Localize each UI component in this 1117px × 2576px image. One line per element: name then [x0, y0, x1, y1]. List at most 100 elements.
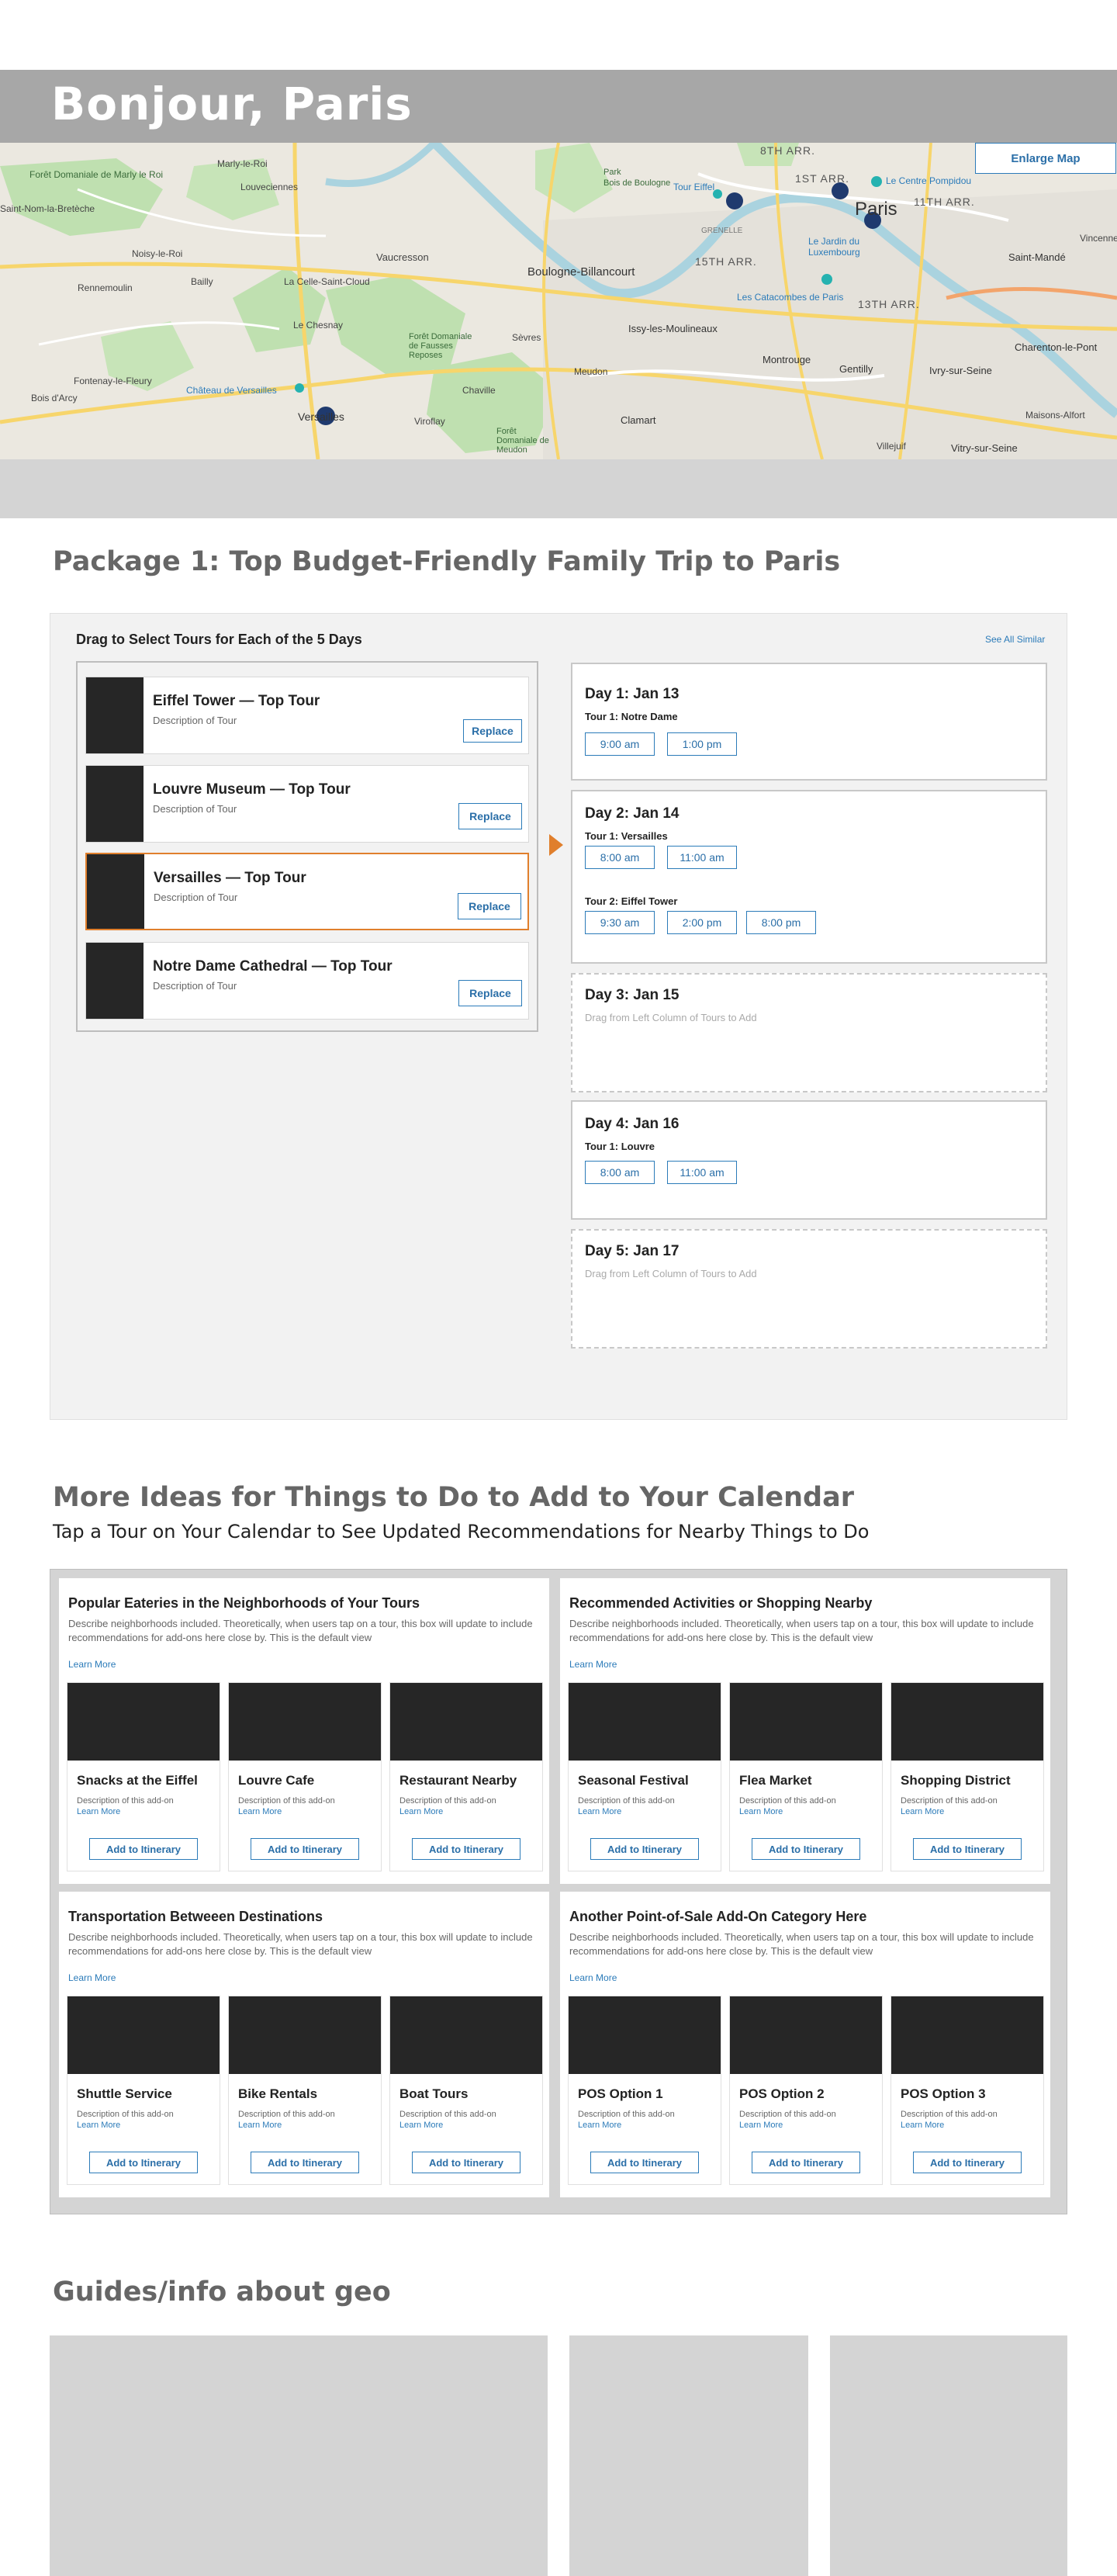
- see-all-similar-link[interactable]: See All Similar: [985, 634, 1045, 645]
- tour-name: Notre Dame Cathedral — Top Tour: [153, 958, 393, 975]
- enlarge-map-button[interactable]: Enlarge Map: [975, 143, 1116, 174]
- addon-card[interactable]: Boat Tours Description of this add-on Le…: [389, 1996, 543, 2185]
- learn-more-link[interactable]: Learn More: [77, 1807, 120, 1816]
- learn-more-link[interactable]: Learn More: [238, 2121, 282, 2130]
- learn-more-link[interactable]: Learn More: [578, 1807, 621, 1816]
- time-slot-button[interactable]: 8:00 am: [585, 846, 655, 869]
- learn-more-link[interactable]: Learn More: [68, 1659, 116, 1670]
- map-label: Charenton-le-Pont: [1015, 341, 1098, 353]
- addon-image: [891, 1683, 1043, 1761]
- time-slot-button[interactable]: 2:00 pm: [667, 911, 737, 934]
- add-to-itinerary-button[interactable]: Add to Itinerary: [251, 1838, 359, 1860]
- add-to-itinerary-button[interactable]: Add to Itinerary: [913, 2152, 1022, 2173]
- addon-card[interactable]: Snacks at the Eiffel Description of this…: [67, 1682, 220, 1871]
- addon-card[interactable]: Shopping District Description of this ad…: [890, 1682, 1044, 1871]
- guide-placeholder[interactable]: [50, 2335, 548, 2576]
- day-slot[interactable]: Day 2: Jan 14 Tour 1: Versailles 8:00 am…: [571, 790, 1047, 964]
- add-to-itinerary-button[interactable]: Add to Itinerary: [590, 2152, 699, 2173]
- day-slot[interactable]: Day 4: Jan 16 Tour 1: Louvre 8:00 am 11:…: [571, 1100, 1047, 1220]
- guide-placeholder[interactable]: [830, 2335, 1067, 2576]
- addon-card[interactable]: Louvre Cafe Description of this add-on L…: [228, 1682, 382, 1871]
- addon-card[interactable]: Restaurant Nearby Description of this ad…: [389, 1682, 543, 1871]
- ideas-subheading: Tap a Tour on Your Calendar to See Updat…: [53, 1521, 870, 1542]
- learn-more-link[interactable]: Learn More: [569, 1972, 617, 1983]
- map-label: Maisons-Alfort: [1025, 410, 1085, 421]
- map[interactable]: Forêt Domaniale de Marly le Roi Marly-le…: [0, 143, 1117, 459]
- guide-placeholder[interactable]: [569, 2335, 808, 2576]
- map-label: Tour Eiffel: [673, 182, 715, 192]
- time-slot-button[interactable]: 1:00 pm: [667, 732, 737, 756]
- learn-more-link[interactable]: Learn More: [569, 1659, 617, 1670]
- addon-card[interactable]: Flea Market Description of this add-on L…: [729, 1682, 883, 1871]
- hero-title: Bonjour, Paris: [51, 78, 413, 130]
- learn-more-link[interactable]: Learn More: [578, 2121, 621, 2130]
- add-to-itinerary-button[interactable]: Add to Itinerary: [913, 1838, 1022, 1860]
- addon-card[interactable]: Seasonal Festival Description of this ad…: [568, 1682, 721, 1871]
- learn-more-link[interactable]: Learn More: [399, 2121, 443, 2130]
- addon-title: Bike Rentals: [238, 2086, 318, 2101]
- add-to-itinerary-button[interactable]: Add to Itinerary: [412, 1838, 520, 1860]
- addon-title: Seasonal Festival: [578, 1773, 689, 1788]
- time-slot-button[interactable]: 8:00 am: [585, 1161, 655, 1184]
- tour-thumbnail: [86, 677, 144, 753]
- time-slot-button[interactable]: 8:00 pm: [746, 911, 816, 934]
- tour-name: Louvre Museum — Top Tour: [153, 781, 351, 798]
- tour-card-selected[interactable]: Versailles — Top Tour Description of Tou…: [85, 853, 529, 930]
- add-to-itinerary-button[interactable]: Add to Itinerary: [89, 1838, 198, 1860]
- addon-card[interactable]: Shuttle Service Description of this add-…: [67, 1996, 220, 2185]
- category-title: Recommended Activities or Shopping Nearb…: [569, 1595, 873, 1611]
- add-to-itinerary-button[interactable]: Add to Itinerary: [412, 2152, 520, 2173]
- add-to-itinerary-button[interactable]: Add to Itinerary: [89, 2152, 198, 2173]
- learn-more-link[interactable]: Learn More: [77, 2121, 120, 2130]
- addon-image: [390, 1996, 542, 2074]
- addon-desc: Description of this add-on: [77, 1796, 174, 1806]
- addon-title: Flea Market: [739, 1773, 812, 1788]
- addon-image: [67, 1683, 220, 1761]
- day-tour-label: Tour 1: Notre Dame: [585, 711, 678, 722]
- addon-desc: Description of this add-on: [901, 1796, 998, 1806]
- map-footer-band: [0, 459, 1117, 518]
- tour-card[interactable]: Louvre Museum — Top Tour Description of …: [85, 765, 529, 843]
- map-label: 8TH ARR.: [760, 144, 816, 157]
- replace-button[interactable]: Replace: [458, 980, 522, 1006]
- learn-more-link[interactable]: Learn More: [739, 1807, 783, 1816]
- replace-button[interactable]: Replace: [458, 803, 522, 829]
- drop-hint: Drag from Left Column of Tours to Add: [585, 1268, 757, 1279]
- add-to-itinerary-button[interactable]: Add to Itinerary: [251, 2152, 359, 2173]
- map-label: 11TH ARR.: [914, 196, 975, 208]
- day-title: Day 1: Jan 13: [585, 686, 680, 702]
- tour-card[interactable]: Notre Dame Cathedral — Top Tour Descript…: [85, 942, 529, 1020]
- learn-more-link[interactable]: Learn More: [238, 1807, 282, 1816]
- time-slot-button[interactable]: 9:30 am: [585, 911, 655, 934]
- drop-hint: Drag from Left Column of Tours to Add: [585, 1012, 757, 1023]
- day-slot-empty[interactable]: Day 3: Jan 15 Drag from Left Column of T…: [571, 973, 1047, 1092]
- learn-more-link[interactable]: Learn More: [399, 1807, 443, 1816]
- add-to-itinerary-button[interactable]: Add to Itinerary: [752, 2152, 860, 2173]
- addon-category: Another Point-of-Sale Add-On Category He…: [560, 1892, 1050, 2197]
- addon-card[interactable]: Bike Rentals Description of this add-on …: [228, 1996, 382, 2185]
- day-slot[interactable]: Day 1: Jan 13 Tour 1: Notre Dame 9:00 am…: [571, 663, 1047, 781]
- learn-more-link[interactable]: Learn More: [68, 1972, 116, 1983]
- tour-thumbnail: [87, 854, 144, 929]
- addon-card[interactable]: POS Option 3 Description of this add-on …: [890, 1996, 1044, 2185]
- time-slot-button[interactable]: 11:00 am: [667, 1161, 737, 1184]
- map-canvas: [0, 143, 1117, 459]
- tour-card[interactable]: Eiffel Tower — Top Tour Description of T…: [85, 677, 529, 754]
- package-heading: Package 1: Top Budget-Friendly Family Tr…: [53, 546, 841, 577]
- map-label: Chaville: [462, 385, 496, 396]
- replace-button[interactable]: Replace: [463, 719, 522, 743]
- add-to-itinerary-button[interactable]: Add to Itinerary: [590, 1838, 699, 1860]
- addon-image: [569, 1683, 721, 1761]
- add-to-itinerary-button[interactable]: Add to Itinerary: [752, 1838, 860, 1860]
- addon-card[interactable]: POS Option 1 Description of this add-on …: [568, 1996, 721, 2185]
- day-slot-empty[interactable]: Day 5: Jan 17 Drag from Left Column of T…: [571, 1229, 1047, 1349]
- learn-more-link[interactable]: Learn More: [901, 1807, 944, 1816]
- map-label: Park: [603, 168, 621, 177]
- time-slot-button[interactable]: 11:00 am: [667, 846, 737, 869]
- time-slot-button[interactable]: 9:00 am: [585, 732, 655, 756]
- learn-more-link[interactable]: Learn More: [901, 2121, 944, 2130]
- learn-more-link[interactable]: Learn More: [739, 2121, 783, 2130]
- addon-desc: Description of this add-on: [739, 2110, 836, 2119]
- replace-button[interactable]: Replace: [458, 893, 521, 919]
- addon-card[interactable]: POS Option 2 Description of this add-on …: [729, 1996, 883, 2185]
